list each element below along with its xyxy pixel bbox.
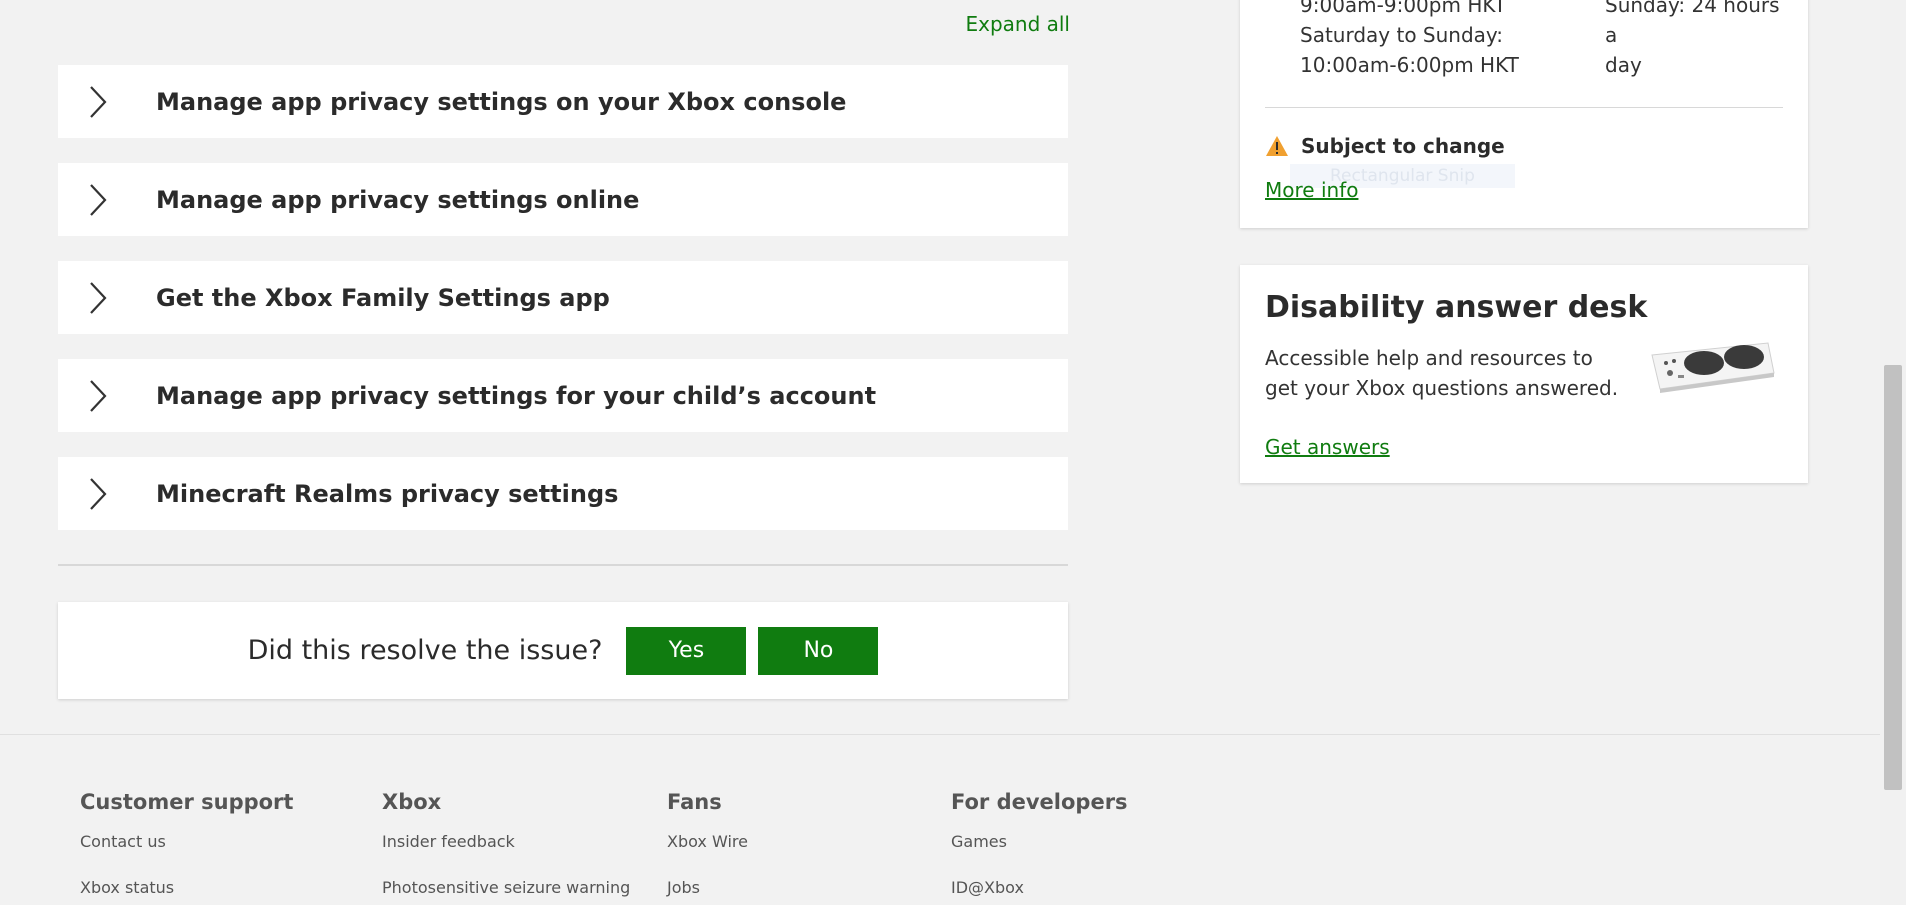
yes-button[interactable]: Yes — [626, 626, 747, 675]
accordion-item-label: Manage app privacy settings on your Xbox… — [156, 87, 847, 116]
adaptive-controller-image — [1651, 342, 1775, 393]
footer-link-photosensitive-warning[interactable]: Photosensitive seizure warning — [382, 878, 630, 897]
subject-to-change-notice: Subject to change — [1265, 134, 1505, 158]
accordion-item-label: Manage app privacy settings for your chi… — [156, 381, 877, 410]
site-footer: Customer support Contact us Xbox status … — [0, 734, 1880, 905]
chevron-right-icon — [88, 281, 108, 314]
chevron-right-icon — [88, 477, 108, 510]
footer-link-id-xbox[interactable]: ID@Xbox — [951, 878, 1128, 897]
warning-icon — [1265, 135, 1289, 157]
footer-column-fans: Fans Xbox Wire Jobs — [667, 790, 748, 905]
hours-line: Sunday: 24 hours a — [1605, 0, 1780, 47]
footer-link-games[interactable]: Games — [951, 832, 1128, 851]
card-description: Accessible help and resources to get you… — [1265, 346, 1619, 400]
footer-link-xbox-status[interactable]: Xbox status — [80, 878, 293, 897]
footer-link-contact-us[interactable]: Contact us — [80, 832, 293, 851]
footer-column-developers: For developers Games ID@Xbox — [951, 790, 1128, 905]
expand-all-link[interactable]: Expand all — [960, 12, 1070, 36]
no-button[interactable]: No — [758, 626, 879, 675]
hours-line: Saturday to Sunday: — [1300, 23, 1504, 47]
accordion-list: Manage app privacy settings on your Xbox… — [58, 65, 1068, 555]
card-title: Disability answer desk — [1265, 290, 1648, 325]
hours-line: 10:00am-6:00pm HKT — [1300, 53, 1519, 77]
accordion-item-console[interactable]: Manage app privacy settings on your Xbox… — [58, 65, 1068, 138]
accordion-item-label: Get the Xbox Family Settings app — [156, 283, 610, 312]
accordion-item-family-app[interactable]: Get the Xbox Family Settings app — [58, 261, 1068, 334]
hours-left-column: 9:00am-9:00pm HKT Saturday to Sunday: 10… — [1300, 0, 1560, 80]
footer-heading: Fans — [667, 790, 722, 814]
accordion-item-label: Manage app privacy settings online — [156, 185, 640, 214]
footer-link-jobs[interactable]: Jobs — [667, 878, 748, 897]
footer-link-insider-feedback[interactable]: Insider feedback — [382, 832, 630, 851]
accordion-item-label: Minecraft Realms privacy settings — [156, 479, 619, 508]
accordion-item-minecraft-realms[interactable]: Minecraft Realms privacy settings — [58, 457, 1068, 530]
hours-line: day — [1605, 53, 1642, 77]
hours-line: 9:00am-9:00pm HKT — [1300, 0, 1507, 17]
accordion-item-child-account[interactable]: Manage app privacy settings for your chi… — [58, 359, 1068, 432]
subject-to-change-text: Subject to change — [1301, 134, 1505, 158]
chevron-right-icon — [88, 85, 108, 118]
chevron-right-icon — [88, 379, 108, 412]
footer-column-xbox: Xbox Insider feedback Photosensitive sei… — [382, 790, 630, 905]
footer-heading: Customer support — [80, 790, 294, 814]
scrollbar-thumb[interactable] — [1884, 365, 1902, 790]
contact-hours-card: 9:00am-9:00pm HKT Saturday to Sunday: 10… — [1240, 0, 1808, 228]
feedback-panel: Did this resolve the issue? Yes No — [58, 602, 1068, 699]
feedback-question: Did this resolve the issue? — [247, 635, 603, 666]
footer-heading: For developers — [951, 790, 1128, 814]
get-answers-link[interactable]: Get answers — [1265, 435, 1390, 459]
accordion-item-online[interactable]: Manage app privacy settings online — [58, 163, 1068, 236]
chevron-right-icon — [88, 183, 108, 216]
footer-heading: Xbox — [382, 790, 442, 814]
footer-link-xbox-wire[interactable]: Xbox Wire — [667, 832, 748, 851]
section-divider — [58, 564, 1068, 566]
more-info-link[interactable]: More info — [1265, 178, 1358, 202]
footer-column-customer-support: Customer support Contact us Xbox status — [80, 790, 293, 905]
disability-answer-desk-card: Disability answer desk Accessible help a… — [1240, 265, 1808, 483]
hours-right-column: Sunday: 24 hours a day — [1605, 0, 1795, 80]
card-divider — [1265, 107, 1783, 108]
page: Expand all Manage app privacy settings o… — [0, 0, 1906, 905]
